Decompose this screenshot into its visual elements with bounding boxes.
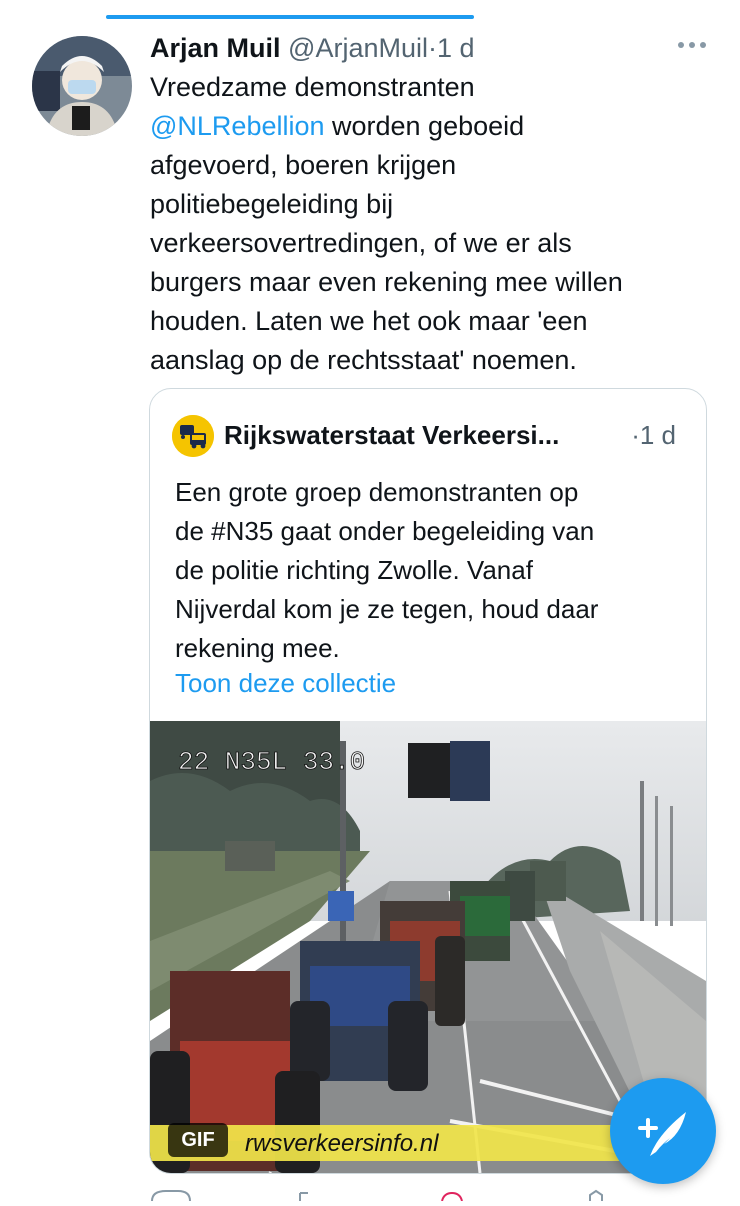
more-icon[interactable] bbox=[678, 42, 706, 48]
tweet-text-segment: verkeersovertredingen, of we er als bbox=[150, 228, 572, 258]
rijkswaterstaat-logo bbox=[172, 415, 214, 457]
quoted-text-line: Een grote groep demonstranten op bbox=[175, 477, 579, 507]
tweet-text-segment: worden geboeid bbox=[324, 111, 525, 141]
more-dot bbox=[700, 42, 706, 48]
quoted-text-line: de politie richting Zwolle. Vanaf bbox=[175, 555, 533, 585]
author-handle[interactable]: @ArjanMuil bbox=[288, 33, 428, 63]
tweet-text-segment: afgevoerd, boeren krijgen bbox=[150, 150, 457, 180]
compose-tweet-button[interactable] bbox=[610, 1078, 716, 1184]
tweet-text-line: politiebegeleiding bij bbox=[150, 185, 710, 224]
quoted-text-line: rekening mee. bbox=[175, 633, 340, 663]
action-icons-clipped bbox=[151, 1189, 603, 1202]
watermark-text: rwsverkeersinfo.nl bbox=[245, 1130, 439, 1157]
tweet-text-line: @NLRebellion worden geboeid bbox=[150, 107, 710, 146]
quoted-text-line: Nijverdal kom je ze tegen, houd daar bbox=[175, 594, 599, 624]
camera-overlay-text: 22 N35L 33.0 bbox=[178, 747, 365, 777]
tweet-text-line: aanslag op de rechtsstaat' noemen. bbox=[150, 341, 710, 380]
more-dot bbox=[689, 42, 695, 48]
show-collection-link[interactable]: Toon deze collectie bbox=[175, 667, 396, 699]
tweet-text-line: Vreedzame demonstranten bbox=[150, 68, 710, 107]
tweet-text-line: houden. Laten we het ook maar 'een bbox=[150, 302, 710, 341]
tweet-text-segment: burgers maar even rekening mee willen bbox=[150, 267, 623, 297]
quoted-timestamp[interactable]: ·1 d bbox=[631, 419, 676, 451]
compose-icon bbox=[638, 1112, 686, 1156]
author-name[interactable]: Arjan Muil bbox=[150, 33, 281, 63]
quoted-author-name[interactable]: Rijkswaterstaat Verkeersi... bbox=[224, 419, 559, 451]
tweet-text: Vreedzame demonstranten @NLRebellion wor… bbox=[150, 68, 710, 380]
tweet-text-segment: politiebegeleiding bij bbox=[150, 189, 394, 219]
tweet-text-line: verkeersovertredingen, of we er als bbox=[150, 224, 710, 263]
quoted-text-line: de #N35 gaat onder begeleiding van bbox=[175, 516, 595, 546]
action-bar-partial bbox=[150, 1188, 710, 1202]
tweet-text-segment: houden. Laten we het ook maar 'een bbox=[150, 306, 588, 336]
tweet-text-segment: Vreedzame demonstranten bbox=[150, 72, 475, 102]
quoted-tweet-card[interactable]: Rijkswaterstaat Verkeersi... ·1 d Een gr… bbox=[149, 388, 707, 1174]
tweet-text-segment: aanslag op de rechtsstaat' noemen. bbox=[150, 345, 577, 375]
rijkswaterstaat-icon[interactable] bbox=[172, 415, 214, 457]
gif-badge: GIF bbox=[168, 1123, 228, 1157]
meta-separator: · bbox=[427, 33, 437, 63]
author-avatar[interactable] bbox=[32, 36, 132, 136]
more-dot bbox=[678, 42, 684, 48]
mention-link[interactable]: @NLRebellion bbox=[150, 111, 325, 141]
tweet-text-line: afgevoerd, boeren krijgen bbox=[150, 146, 710, 185]
tweet-timestamp[interactable]: 1 d bbox=[437, 33, 475, 63]
quoted-tweet-text: Een grote groep demonstranten op de #N35… bbox=[175, 473, 695, 668]
tweet-text-line: burgers maar even rekening mee willen bbox=[150, 263, 710, 302]
top-scroll-indicator bbox=[106, 15, 474, 19]
author-photo bbox=[32, 36, 132, 136]
tweet-header: Arjan Muil @ArjanMuil·1 d bbox=[150, 32, 475, 64]
